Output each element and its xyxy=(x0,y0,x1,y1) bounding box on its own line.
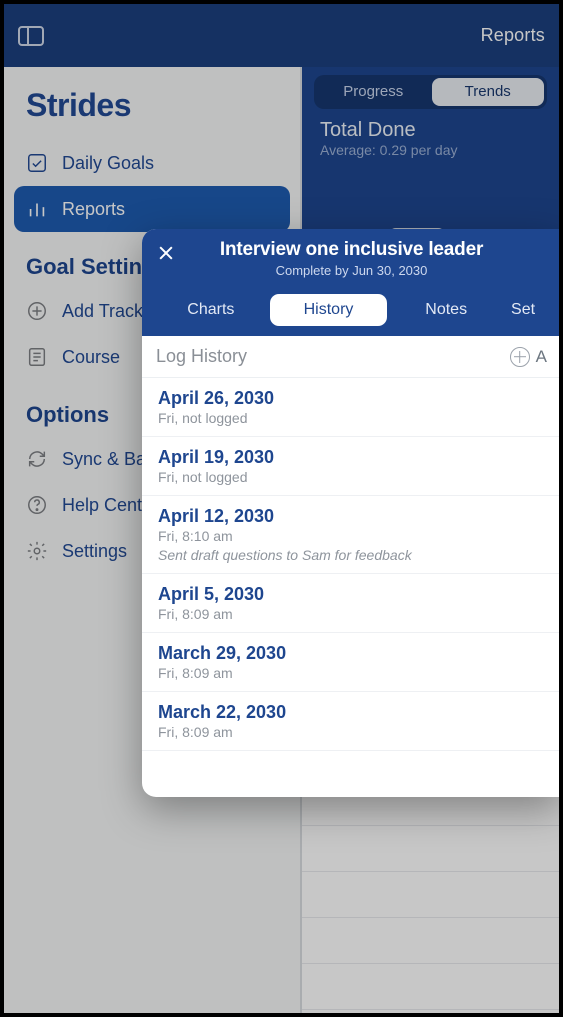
segment-trends[interactable]: Trends xyxy=(432,78,545,106)
tab-settings[interactable]: Set xyxy=(505,294,551,326)
log-item[interactable]: April 26, 2030Fri, not logged xyxy=(142,378,561,437)
sidebar-item-label: Course xyxy=(62,347,120,368)
log-date: March 29, 2030 xyxy=(158,643,545,664)
add-log-button[interactable]: A xyxy=(510,347,547,367)
sidebar-item-reports[interactable]: Reports xyxy=(14,186,290,232)
sync-icon xyxy=(26,448,48,470)
segment-progress[interactable]: Progress xyxy=(317,78,430,106)
app-title: Strides xyxy=(4,71,300,140)
tab-history[interactable]: History xyxy=(270,294,388,326)
log-subtext: Fri, not logged xyxy=(158,469,545,485)
sidebar-item-daily-goals[interactable]: Daily Goals xyxy=(4,140,300,186)
help-icon xyxy=(26,494,48,516)
detail-sheet: Interview one inclusive leader Complete … xyxy=(142,229,561,797)
add-log-label: A xyxy=(536,347,547,367)
bar-chart-icon xyxy=(26,198,48,220)
sidebar-item-label: Reports xyxy=(62,199,125,220)
tab-charts[interactable]: Charts xyxy=(152,294,270,326)
log-date: April 26, 2030 xyxy=(158,388,545,409)
metric-header: Total Done Average: 0.29 per day xyxy=(302,119,559,166)
log-subtext: Fri, 8:10 am xyxy=(158,528,545,544)
metric-title: Total Done xyxy=(320,119,541,142)
segmented-control: Progress Trends xyxy=(314,75,547,109)
log-list[interactable]: April 26, 2030Fri, not loggedApril 19, 2… xyxy=(142,378,561,797)
document-icon xyxy=(26,346,48,368)
log-item[interactable]: April 5, 2030Fri, 8:09 am xyxy=(142,574,561,633)
sidebar-toggle-icon[interactable] xyxy=(18,26,44,46)
log-date: April 19, 2030 xyxy=(158,447,545,468)
log-item[interactable]: March 29, 2030Fri, 8:09 am xyxy=(142,633,561,692)
sidebar-item-label: Settings xyxy=(62,541,127,562)
metric-subtitle: Average: 0.29 per day xyxy=(320,142,541,158)
log-subtext: Fri, 8:09 am xyxy=(158,724,545,740)
sheet-subtitle: Complete by Jun 30, 2030 xyxy=(156,263,547,278)
top-navbar: Reports xyxy=(4,4,559,67)
close-button[interactable] xyxy=(156,243,180,267)
sidebar-item-label: Daily Goals xyxy=(62,153,154,174)
sheet-section-title: Log History xyxy=(156,346,510,367)
tab-notes[interactable]: Notes xyxy=(387,294,505,326)
page-title: Reports xyxy=(481,25,545,46)
sheet-header: Interview one inclusive leader Complete … xyxy=(142,229,561,286)
gear-icon xyxy=(26,540,48,562)
log-subtext: Fri, 8:09 am xyxy=(158,606,545,622)
log-date: March 22, 2030 xyxy=(158,702,545,723)
sheet-title: Interview one inclusive leader xyxy=(156,239,547,261)
log-item[interactable]: April 12, 2030Fri, 8:10 am Sent draft que… xyxy=(142,496,561,574)
sheet-tabs: Charts History Notes Set xyxy=(142,286,561,336)
check-square-icon xyxy=(26,152,48,174)
log-date: April 5, 2030 xyxy=(158,584,545,605)
sheet-toolbar: Log History A xyxy=(142,336,561,378)
log-note: Sent draft questions to Sam for feedback xyxy=(158,547,545,563)
log-subtext: Fri, not logged xyxy=(158,410,545,426)
plus-circle-icon xyxy=(26,300,48,322)
log-date: April 12, 2030 xyxy=(158,506,545,527)
log-item[interactable]: April 19, 2030Fri, not logged xyxy=(142,437,561,496)
plus-icon xyxy=(510,347,530,367)
log-item[interactable]: March 22, 2030Fri, 8:09 am xyxy=(142,692,561,751)
log-subtext: Fri, 8:09 am xyxy=(158,665,545,681)
